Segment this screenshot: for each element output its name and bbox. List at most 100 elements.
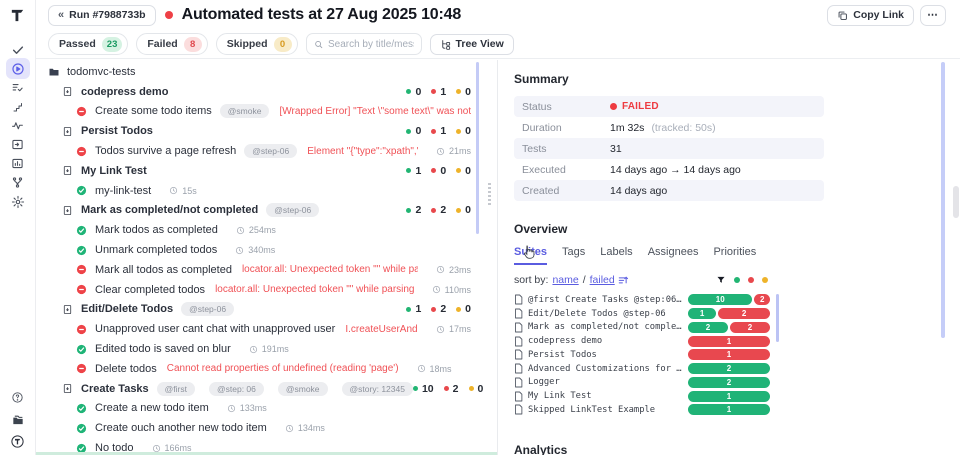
ellipsis-icon: ⋯ [927,9,939,21]
tree-row[interactable]: Delete todos Cannot read properties of u… [36,359,497,379]
pass-bar-segment: 10 [688,294,752,305]
suite-name: Advanced Customizations for … [528,364,683,374]
divider-grip-handle[interactable] [488,183,491,205]
sidebar-item-runs[interactable] [6,58,30,79]
search-box[interactable] [306,33,422,55]
passed-legend-dot[interactable] [734,277,740,283]
row-error-message: I.createUserAndLogIn is not a function [345,324,418,335]
suite-name: Skipped LinkTest Example [528,405,683,415]
row-title: codepress demo [81,86,168,98]
sort-by-name-link[interactable]: name [552,274,578,286]
suite-name: codepress demo [528,336,683,346]
skipped-legend-dot[interactable] [762,277,768,283]
fail-bar-segment: 1 [688,336,770,347]
suite-result-row[interactable]: Skipped LinkTest Example 1 [514,403,770,417]
tree-row[interactable]: Mark todos as completed 254ms [36,220,497,240]
file-icon [514,336,523,347]
suite-result-row[interactable]: Mark as completed/not comple… 22 [514,321,770,335]
sidebar-item-test-plans[interactable] [6,78,30,97]
tab-tags[interactable]: Tags [562,246,585,265]
sidebar-item-checks[interactable] [6,40,30,59]
chip-count-badge: 0 [274,37,292,52]
tab-priorities[interactable]: Priorities [713,246,756,265]
app-logo-icon[interactable] [9,7,26,24]
tree-scrollbar-thumb[interactable] [476,62,479,234]
suite-result-row[interactable]: codepress demo 1 [514,334,770,348]
summary-row: Executed 14 days ago → 14 days ago [514,159,824,180]
filter-chip-passed[interactable]: Passed 23 [48,33,128,55]
skip-count: 0 [456,303,471,315]
tree-row[interactable]: codepress demo 010 [36,82,497,102]
suite-name: Mark as completed/not comple… [528,322,683,332]
chip-count-badge: 8 [184,37,202,52]
sidebar-item-steps[interactable] [6,97,30,116]
sidebar-item-reports[interactable] [6,154,30,173]
filter-chip-failed[interactable]: Failed 8 [136,33,207,55]
tree-view-button[interactable]: Tree View [430,34,514,55]
suite-result-row[interactable]: My Link Test 1 [514,389,770,403]
row-title: Create ouch another new todo item [95,422,267,434]
list-scrollbar-thumb[interactable] [776,294,779,342]
help-icon[interactable] [6,388,30,407]
summary-label: Status [522,101,610,113]
file-icon [514,404,523,415]
chevrons-left-icon: « [58,9,64,21]
tree-row[interactable]: Create a new todo item 133ms [36,399,497,419]
pass-count: 1 [406,303,421,315]
tree-row[interactable]: Edit/Delete Todos @step-06 120 [36,300,497,320]
failed-legend-dot[interactable] [748,277,754,283]
pass-count: 0 [406,86,421,98]
file-icon [514,363,523,374]
search-input[interactable] [328,39,414,50]
copy-link-button[interactable]: Copy Link [827,5,914,26]
window-scrollbar-thumb[interactable] [953,186,959,218]
tree-row[interactable]: todomvc-tests [36,62,497,82]
failed-status-dot [610,103,617,110]
tree-row[interactable]: Unmark completed todos 340ms [36,240,497,260]
tree-row[interactable]: Persist Todos 010 [36,121,497,141]
clock-icon [285,424,294,433]
filter-funnel-icon[interactable] [716,275,726,285]
suite-result-row[interactable]: @first Create Tasks @step:06… 102 [514,293,770,307]
suite-result-row[interactable]: Advanced Customizations for … 2 [514,362,770,376]
row-title: Unapproved user cant chat with unapprove… [95,323,335,335]
suite-result-row[interactable]: Edit/Delete Todos @step-06 12 [514,307,770,321]
filter-chip-skipped[interactable]: Skipped 0 [216,33,298,55]
tree-row[interactable]: Create Tasks @first@step: 06@smoke@story… [36,379,497,399]
detail-scrollbar-thumb[interactable] [941,62,945,338]
back-to-runs-button[interactable]: « Run #7988733b [48,5,156,26]
sidebar-item-branches[interactable] [6,173,30,192]
sidebar-item-settings[interactable] [6,192,30,211]
more-actions-button[interactable]: ⋯ [920,5,946,26]
tag-badge: @step-06 [181,302,234,316]
clock-icon [235,246,244,255]
tree-row[interactable]: Create some todo items @smoke [Wrapped E… [36,102,497,122]
tree-row[interactable]: Edited todo is saved on blur 191ms [36,339,497,359]
sidebar-item-pulse[interactable] [6,116,30,135]
tree-row[interactable]: Todos survive a page refresh @step-06 El… [36,141,497,161]
tree-row[interactable]: My Link Test 100 [36,161,497,181]
pass-count: 10 [413,383,434,395]
row-counts: 1020 [413,383,483,395]
tree-row[interactable]: Unapproved user cant chat with unapprove… [36,319,497,339]
sort-by-failed-link[interactable]: failed [590,274,615,286]
tab-labels[interactable]: Labels [600,246,632,265]
projects-folder-icon[interactable] [6,410,30,429]
summary-heading: Summary [514,72,960,86]
row-title: Persist Todos [81,125,153,137]
profile-logo-icon[interactable] [6,432,30,451]
tree-row[interactable]: Clear completed todos locator.all: Unexp… [36,280,497,300]
row-title: my-link-test [95,185,151,197]
suite-result-row[interactable]: Logger 2 [514,376,770,390]
tree-row[interactable]: Mark all todos as completed locator.all:… [36,260,497,280]
suite-name: Persist Todos [528,350,683,360]
row-error-message: Element "{"type":"xpath","output":"1 tod… [307,146,418,157]
tree-row[interactable]: my-link-test 15s [36,181,497,201]
row-title: Mark all todos as completed [95,264,232,276]
tree-row[interactable]: Mark as completed/not completed @step-06… [36,201,497,221]
tab-assignees[interactable]: Assignees [648,246,699,265]
suite-result-row[interactable]: Persist Todos 1 [514,348,770,362]
sidebar-item-import[interactable] [6,135,30,154]
run-id-label: Run #7988733b [69,9,145,21]
tree-row[interactable]: Create ouch another new todo item 134ms [36,418,497,438]
